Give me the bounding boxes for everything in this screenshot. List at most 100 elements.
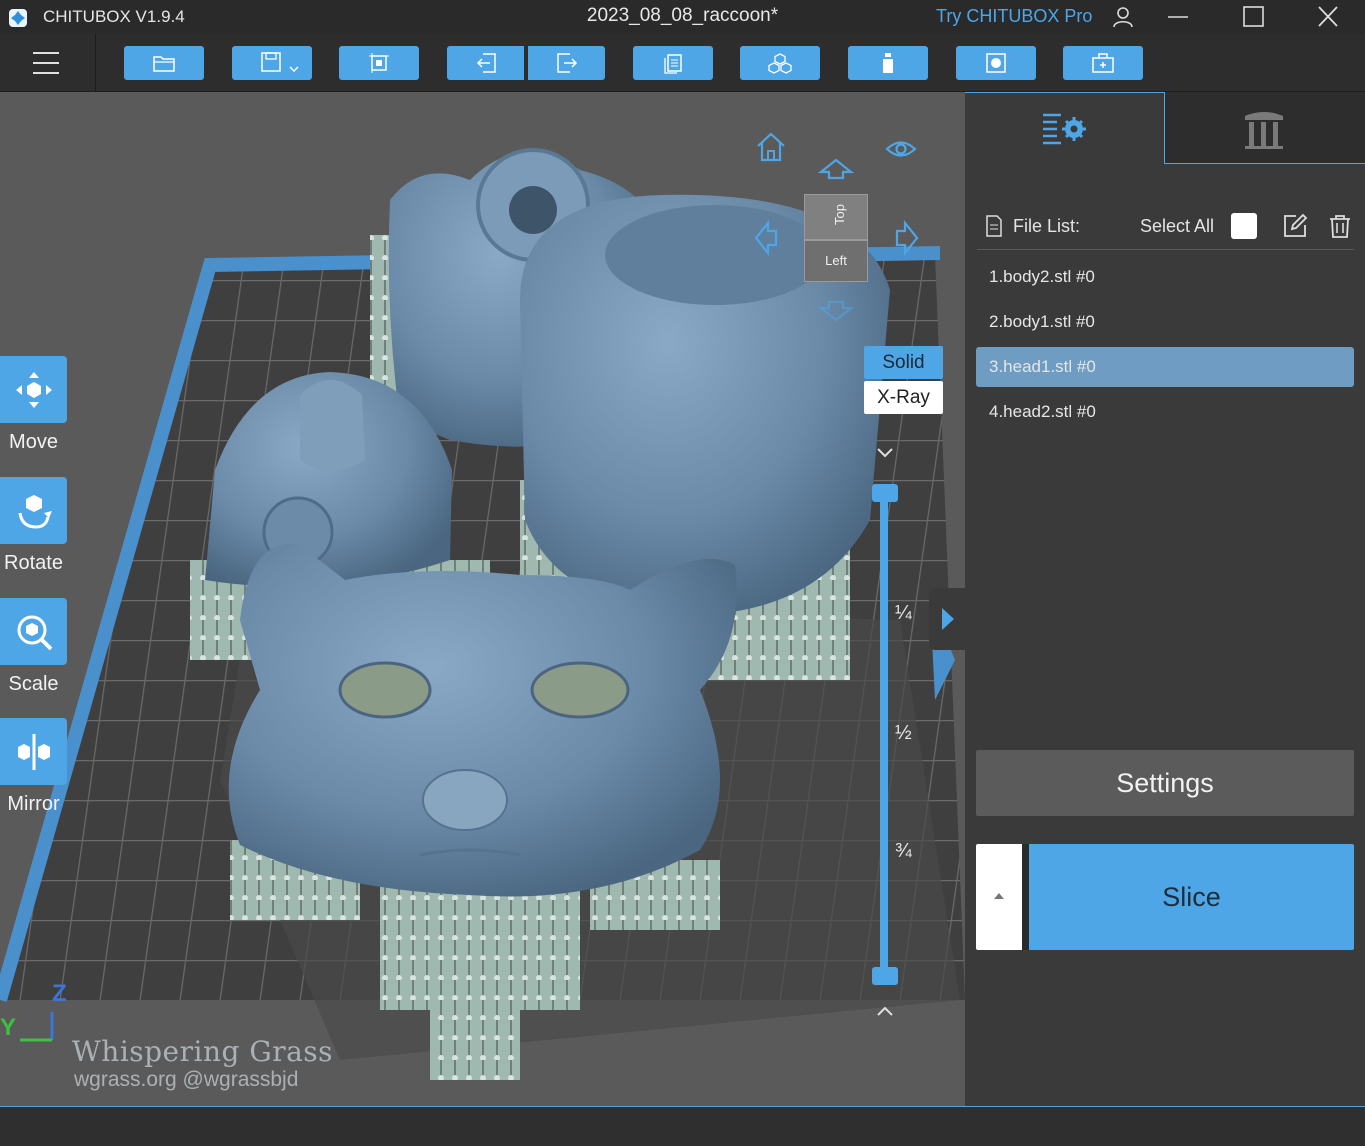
view-right-arrow-icon[interactable]: [893, 220, 919, 256]
rotate-icon: [18, 494, 52, 529]
try-pro-link[interactable]: Try CHITUBOX Pro: [936, 6, 1092, 27]
mirror-label: Mirror: [7, 793, 60, 815]
watermark-title: Whispering Grass: [72, 1035, 334, 1068]
model-head1[interactable]: [228, 543, 737, 897]
tab-supports[interactable]: [1165, 92, 1365, 164]
toolbox-icon: [1092, 53, 1114, 73]
solid-mode-button[interactable]: Solid: [864, 346, 943, 379]
support-pillars-icon: [1245, 112, 1283, 149]
move-label: Move: [9, 431, 58, 453]
move-icon: [15, 371, 52, 408]
caret-up-icon: [994, 893, 1004, 899]
play-right-icon: [942, 608, 954, 630]
main-toolbar: [0, 34, 1365, 92]
scale-icon: [17, 615, 52, 650]
axis-y-label: Y: [0, 1014, 17, 1041]
3d-viewport[interactable]: Z Y Top Left Solid X-Ray ¼ ½ ¾ Move Rota…: [0, 92, 965, 1106]
file-list-item[interactable]: 1.body2.stl #0: [976, 257, 1354, 297]
eye-icon[interactable]: [884, 136, 918, 162]
frame-icon: [369, 53, 389, 73]
title-bar: CHITUBOX V1.9.4 2023_08_08_raccoon* Try …: [0, 0, 1365, 34]
view-cube-top-label: Top: [831, 204, 847, 225]
settings-button[interactable]: Settings: [976, 750, 1354, 816]
add-base-button[interactable]: [1063, 46, 1143, 80]
slice-button[interactable]: Slice: [1029, 844, 1354, 950]
select-all-checkbox[interactable]: [1231, 213, 1257, 239]
view-down-arrow-icon[interactable]: [818, 298, 854, 322]
document-icon: [986, 215, 1002, 237]
model-head1-eye-right: [530, 661, 630, 719]
minimize-icon[interactable]: [1158, 3, 1198, 31]
file-list-label: File List:: [1013, 216, 1081, 236]
maximize-icon[interactable]: [1233, 3, 1273, 31]
right-panel: File List: Select All 1.body2.stl #0 2.b…: [965, 92, 1365, 1106]
bottle-icon: [883, 53, 893, 73]
mirror-icon: [17, 733, 50, 770]
view-cube[interactable]: Top Left: [804, 194, 868, 284]
arrange-button[interactable]: [740, 46, 820, 80]
model-head1-eye-left: [338, 661, 432, 719]
model-head2-neck: [300, 380, 365, 470]
mirror-tool[interactable]: Mirror: [0, 718, 67, 816]
hamburger-menu-icon[interactable]: [26, 48, 66, 78]
cubes-icon: [768, 53, 792, 74]
model-head1-nose: [422, 769, 508, 831]
move-tool[interactable]: Move: [0, 356, 67, 454]
folder-icon: [153, 56, 175, 72]
toolbar-separator: [95, 34, 96, 92]
tab-model-settings[interactable]: [965, 92, 1165, 164]
axis-z-label: Z: [52, 980, 67, 1007]
auto-layout-button[interactable]: [339, 46, 419, 80]
export-icon: [556, 53, 577, 73]
edit-icon[interactable]: [1282, 213, 1308, 239]
export-button[interactable]: [528, 46, 605, 80]
close-icon[interactable]: [1308, 3, 1348, 31]
list-gear-icon: [1043, 113, 1086, 145]
layer-slider-top-thumb[interactable]: [872, 484, 898, 502]
slider-half-label: ½: [895, 722, 912, 744]
layer-slider-track[interactable]: [880, 492, 888, 978]
slider-three-quarter-label: ¾: [895, 840, 912, 862]
view-up-arrow-icon[interactable]: [818, 158, 854, 182]
status-bar: [0, 1106, 1365, 1146]
hollow-button[interactable]: [956, 46, 1036, 80]
slice-options-toggle[interactable]: [976, 844, 1022, 950]
import-button[interactable]: [447, 46, 524, 80]
view-cube-left-label: Left: [825, 253, 847, 268]
trash-icon[interactable]: [1327, 213, 1353, 239]
file-list-item-selected[interactable]: 3.head1.stl #0: [976, 347, 1354, 387]
app-name: CHITUBOX V1.9.4: [43, 7, 185, 26]
open-file-button[interactable]: [124, 46, 204, 80]
user-icon[interactable]: [1103, 3, 1143, 31]
hollow-icon: [986, 53, 1006, 73]
select-all-label: Select All: [1140, 216, 1215, 236]
view-left-arrow-icon[interactable]: [754, 220, 780, 256]
rotate-tool[interactable]: Rotate: [0, 477, 67, 575]
home-view-icon[interactable]: [752, 130, 790, 164]
support-button[interactable]: [848, 46, 928, 80]
chevron-down-icon[interactable]: [875, 446, 895, 460]
view-cube-left-face[interactable]: Left: [804, 240, 868, 282]
copy-button[interactable]: [633, 46, 713, 80]
slice-divider: [1022, 844, 1029, 950]
import-icon: [476, 53, 496, 73]
model-body2-hole: [509, 186, 557, 234]
scale-label: Scale: [8, 673, 59, 695]
support-cluster: [430, 980, 520, 1080]
chitubox-logo-icon: [9, 9, 27, 27]
file-list-header: File List: Select All: [977, 204, 1354, 250]
copy-icon: [664, 54, 682, 74]
model-body1-opening: [605, 205, 825, 305]
save-icon: [261, 52, 299, 73]
file-list-item[interactable]: 2.body1.stl #0: [976, 302, 1354, 342]
file-list-item[interactable]: 4.head2.stl #0: [976, 392, 1354, 432]
view-cube-top-face[interactable]: Top: [804, 194, 868, 240]
slice-button-group: Slice: [976, 844, 1354, 950]
chevron-up-icon[interactable]: [875, 1004, 895, 1018]
slider-quarter-label: ¼: [895, 602, 912, 624]
scale-tool[interactable]: Scale: [0, 598, 67, 696]
layer-slider-bottom-thumb[interactable]: [872, 967, 898, 985]
xray-mode-button[interactable]: X-Ray: [864, 381, 943, 414]
save-button[interactable]: [232, 46, 312, 80]
panel-collapse-tab[interactable]: [929, 588, 965, 650]
